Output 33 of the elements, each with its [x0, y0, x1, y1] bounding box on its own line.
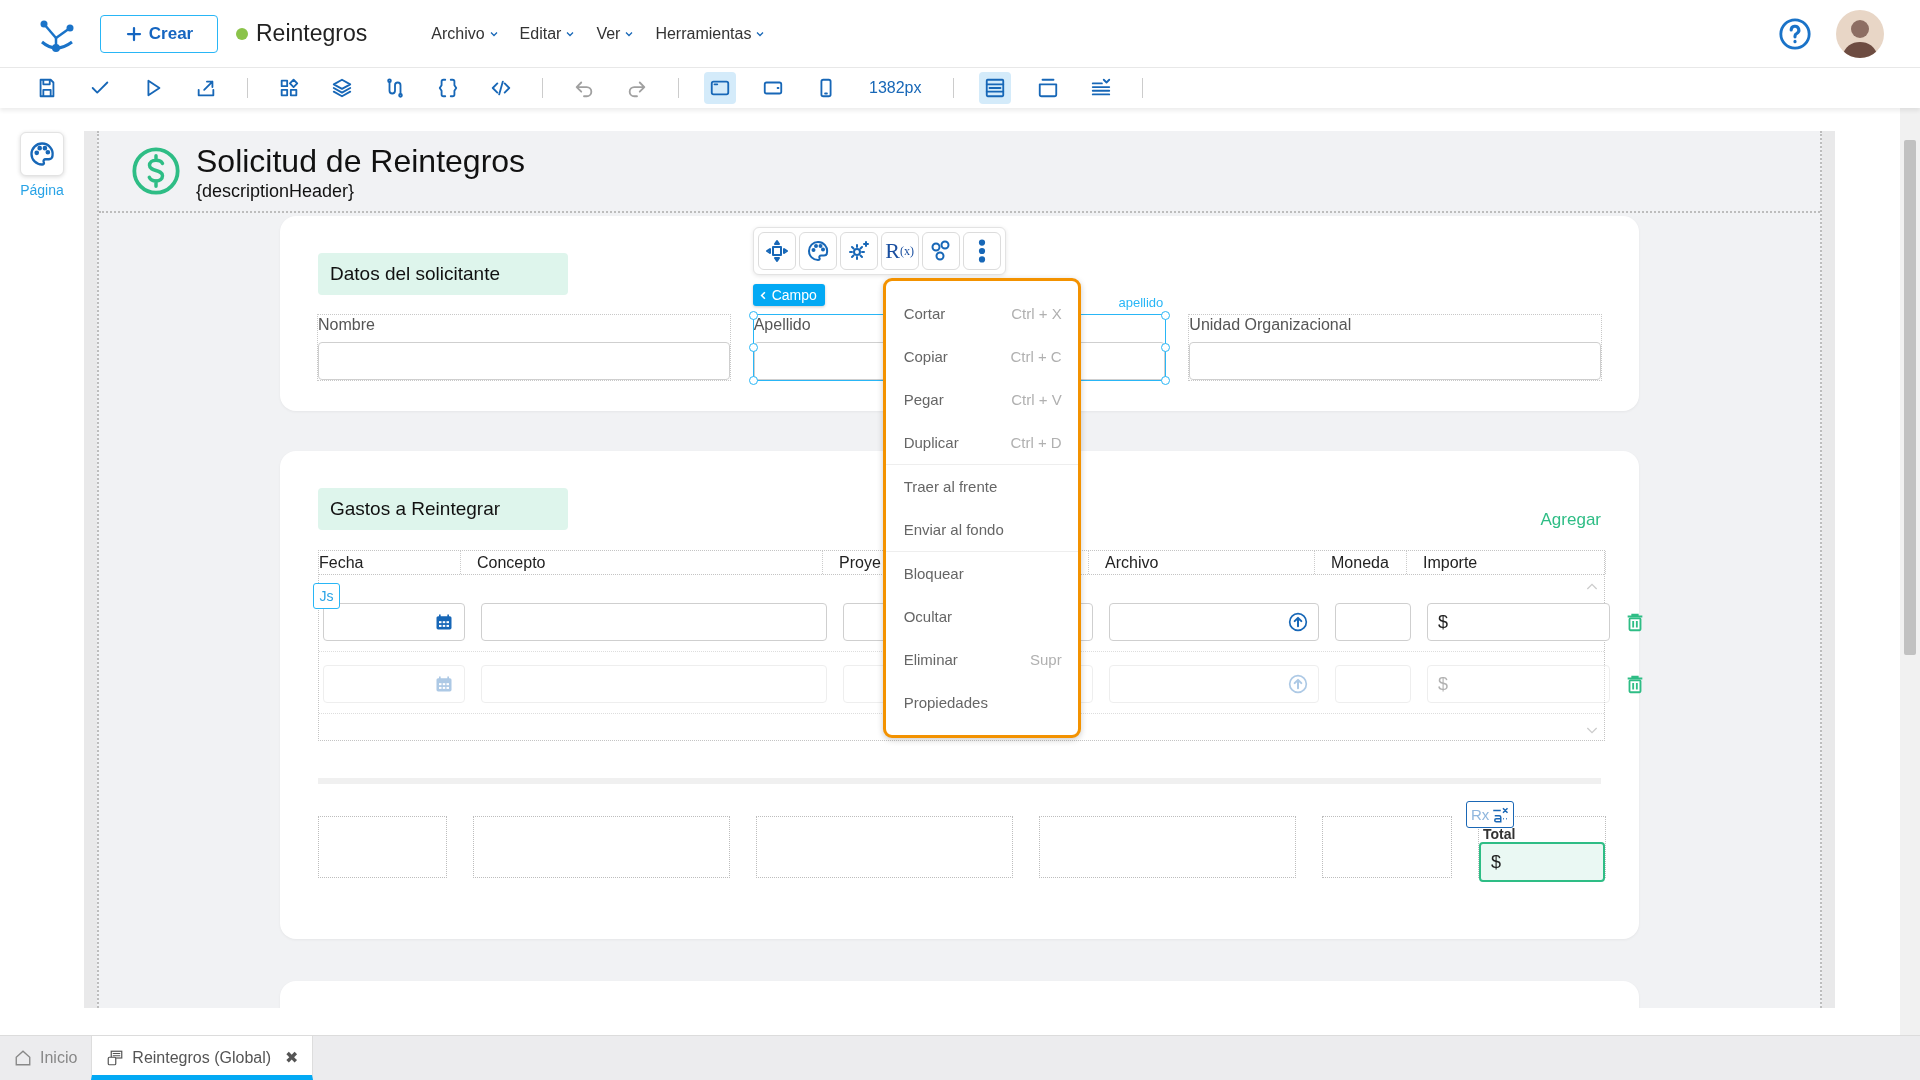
- shortcut-label: Ctrl + V: [1011, 391, 1062, 408]
- menu-item-label: Cortar: [903, 305, 946, 322]
- tab-label: Inicio: [40, 1049, 78, 1067]
- menu-item-label: Pegar: [903, 391, 944, 408]
- menu-item-label: Eliminar: [903, 651, 958, 668]
- column-header: Archivo: [1105, 551, 1315, 574]
- field-label: Unidad Organizacional: [1189, 315, 1353, 335]
- shortcut-label: Ctrl + C: [1010, 348, 1062, 365]
- tab-label: Reintegros (Global): [132, 1048, 272, 1067]
- section-title: Gastos a Reintegrar: [318, 488, 568, 530]
- column-header: Importe: [1423, 551, 1606, 574]
- shortcut-label: Ctrl + D: [1010, 434, 1062, 451]
- project-name: Reintegros: [256, 20, 368, 47]
- formula-label: Rx: [1471, 806, 1490, 823]
- total-label: Total: [1482, 826, 1517, 842]
- section-title: Datos del solicitante: [318, 253, 568, 295]
- menu-item-label: Ocultar: [903, 608, 952, 625]
- column-header: Moneda: [1331, 551, 1407, 574]
- field-label: Apellido: [753, 315, 812, 335]
- field-label: Nombre: [318, 315, 376, 335]
- column-header: Concepto: [477, 551, 823, 574]
- menu-item-label: Duplicar: [903, 434, 959, 451]
- menu-item-label: Copiar: [903, 348, 948, 365]
- field-id-label: apellido: [1118, 295, 1164, 310]
- menu-item-label: Propiedades: [903, 694, 988, 711]
- page-title: Solicitud de Reintegros: [196, 142, 526, 181]
- shortcut-label: Ctrl + X: [1011, 305, 1062, 322]
- menu-item-label: Enviar al fondo: [903, 521, 1004, 538]
- menu-item-label: Traer al frente: [903, 478, 998, 495]
- shortcut-label: Supr: [1029, 651, 1062, 668]
- page-description: {descriptionHeader}: [196, 181, 356, 202]
- column-header: Fecha: [319, 551, 461, 574]
- canvas-width-label: 1382px: [868, 79, 923, 97]
